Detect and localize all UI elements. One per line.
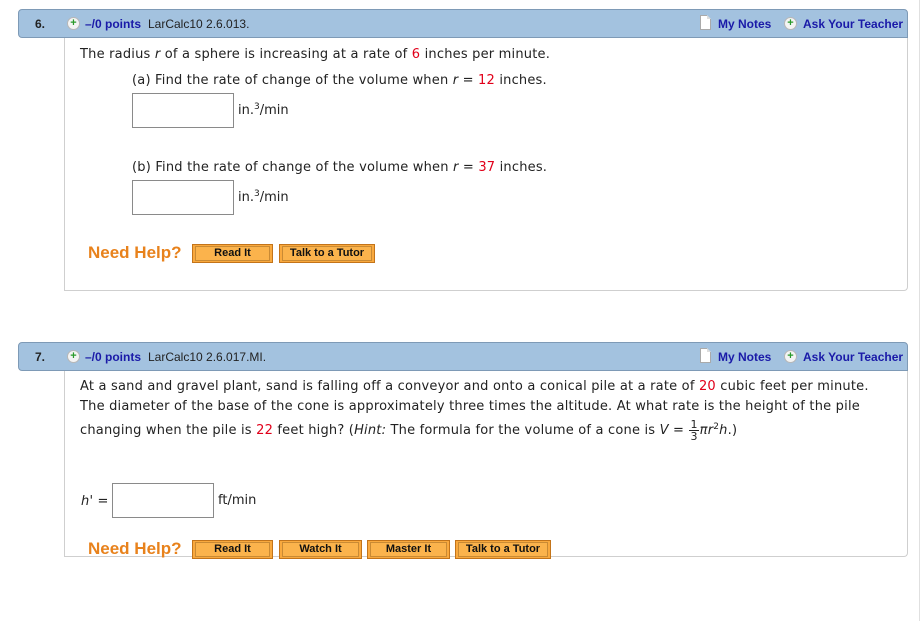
part-a-answer-input[interactable] (132, 93, 234, 128)
h-prime-answer-input[interactable] (112, 483, 214, 518)
fraction-one-third: 13 (689, 419, 699, 443)
unit-tail: /min (259, 190, 289, 205)
prompt-line-3: changing when the pile is 22 feet high? … (80, 419, 737, 442)
note-page-icon[interactable] (700, 15, 711, 30)
answer-unit: ft/min (218, 493, 257, 508)
part-b-unit: in.3/min (238, 190, 289, 206)
question-number: 7. (35, 350, 46, 364)
button-label: Talk to a Tutor (458, 542, 548, 557)
formula-h: h (719, 423, 728, 438)
answer-label: h' = (81, 494, 109, 509)
part-label: (a) Find the rate of change of the volum… (132, 73, 453, 88)
button-label: Watch It (282, 542, 359, 557)
master-it-button[interactable]: Master It (367, 540, 450, 559)
expand-plus-icon[interactable]: + (67, 350, 80, 363)
hint-label: Hint: (354, 423, 387, 438)
prompt-line-2: The diameter of the base of the cone is … (80, 399, 860, 414)
fraction-denominator: 3 (690, 430, 698, 443)
question-code: LarCalc10 2.6.017.MI. (148, 350, 267, 364)
points-link[interactable]: –/0 points (85, 350, 141, 364)
height-value: 22 (256, 423, 274, 438)
part-a-unit: in.3/min (238, 103, 289, 119)
talk-to-tutor-button[interactable]: Talk to a Tutor (279, 244, 375, 263)
question-number: 6. (35, 17, 46, 31)
button-label: Master It (370, 542, 447, 557)
r-value: 12 (478, 73, 495, 88)
prompt-text: .) (727, 423, 738, 438)
formula-equals: = (668, 423, 689, 438)
part-a-prompt: (a) Find the rate of change of the volum… (132, 73, 547, 88)
part-b-answer-input[interactable] (132, 180, 234, 215)
equals: = (458, 160, 479, 175)
prompt-text: changing when the pile is (80, 423, 257, 438)
my-notes-link[interactable]: My Notes (718, 350, 771, 364)
question-code: LarCalc10 2.6.013. (148, 17, 250, 31)
question-7: 7. + –/0 points LarCalc10 2.6.017.MI. My… (18, 342, 908, 559)
expand-plus-icon[interactable]: + (67, 17, 80, 30)
ask-your-teacher-link[interactable]: Ask Your Teacher (803, 350, 903, 364)
read-it-button[interactable]: Read It (192, 540, 273, 559)
prompt-text: At a sand and gravel plant, sand is fall… (80, 379, 699, 394)
button-label: Talk to a Tutor (282, 246, 372, 261)
ask-teacher-plus-icon[interactable]: + (784, 17, 797, 30)
question-prompt: The radius r of a sphere is increasing a… (80, 47, 550, 62)
button-label: Read It (195, 246, 270, 261)
question-6: 6. + –/0 points LarCalc10 2.6.013. My No… (18, 9, 908, 291)
my-notes-link[interactable]: My Notes (718, 17, 771, 31)
prompt-text: cubic feet per minute. (715, 379, 869, 394)
scrollbar[interactable] (919, 0, 920, 621)
rate-value: 6 (411, 47, 421, 62)
part-b-prompt: (b) Find the rate of change of the volum… (132, 160, 547, 175)
points-link[interactable]: –/0 points (85, 17, 141, 31)
prompt-text: of a sphere is increasing at a rate of (160, 47, 412, 62)
formula-pi: π (699, 423, 708, 438)
unit-base: in. (238, 190, 254, 205)
prompt-text: inches per minute. (420, 47, 551, 62)
watch-it-button[interactable]: Watch It (279, 540, 362, 559)
part-suffix: inches. (495, 160, 548, 175)
read-it-button[interactable]: Read It (192, 244, 273, 263)
talk-to-tutor-button[interactable]: Talk to a Tutor (455, 540, 551, 559)
formula-v: V (659, 423, 669, 438)
prompt-text: The formula for the volume of a cone is (386, 423, 660, 438)
question-header: 6. + –/0 points LarCalc10 2.6.013. My No… (18, 9, 908, 38)
need-help-label: Need Help? (88, 243, 182, 262)
prompt-line-1: At a sand and gravel plant, sand is fall… (80, 379, 869, 394)
need-help-label: Need Help? (88, 539, 182, 558)
unit-tail: /min (259, 103, 289, 118)
r-value: 37 (478, 160, 496, 175)
note-page-icon[interactable] (700, 348, 711, 363)
ask-your-teacher-link[interactable]: Ask Your Teacher (803, 17, 903, 31)
part-label: (b) Find the rate of change of the volum… (132, 160, 453, 175)
prompt-text: feet high? ( (273, 423, 355, 438)
question-header: 7. + –/0 points LarCalc10 2.6.017.MI. My… (18, 342, 908, 371)
equals: = (458, 73, 479, 88)
unit-base: in. (238, 103, 254, 118)
question-body: The radius r of a sphere is increasing a… (64, 38, 908, 291)
button-label: Read It (195, 542, 270, 557)
prompt-text: The radius (80, 47, 155, 62)
rate-value: 20 (698, 379, 716, 394)
question-body: At a sand and gravel plant, sand is fall… (64, 371, 908, 559)
part-suffix: inches. (494, 73, 547, 88)
ask-teacher-plus-icon[interactable]: + (784, 350, 797, 363)
